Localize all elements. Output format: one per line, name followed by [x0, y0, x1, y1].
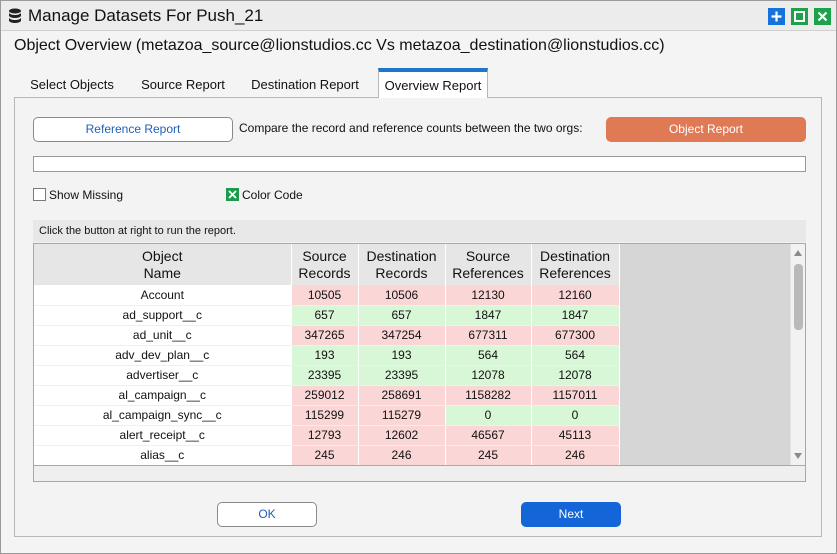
destination-references-cell: 1847 — [531, 305, 620, 326]
close-button[interactable] — [814, 8, 831, 25]
checkmark-icon — [228, 190, 237, 199]
table-row[interactable]: al_campaign_sync__c 115299 115279 0 0 — [34, 405, 620, 426]
destination-records-cell: 657 — [358, 305, 446, 326]
destination-records-cell: 246 — [358, 445, 446, 465]
window-title: Manage Datasets For Push_21 — [28, 6, 264, 25]
object-name-cell: al_campaign_sync__c — [34, 405, 292, 426]
destination-references-cell: 564 — [531, 345, 620, 366]
column-header-source-references[interactable]: Source References — [445, 244, 532, 285]
destination-records-cell: 347254 — [358, 325, 446, 346]
destination-records-cell: 12602 — [358, 425, 446, 446]
show-missing-checkbox[interactable] — [33, 188, 46, 201]
source-records-cell: 657 — [291, 305, 359, 326]
tab-overview-report[interactable]: Overview Report — [378, 68, 488, 98]
source-references-cell: 677311 — [445, 325, 532, 346]
source-references-cell: 46567 — [445, 425, 532, 446]
object-name-cell: advertiser__c — [34, 365, 292, 386]
destination-records-cell: 115279 — [358, 405, 446, 426]
color-code-checkbox[interactable] — [226, 188, 239, 201]
source-records-cell: 245 — [291, 445, 359, 465]
destination-references-cell: 12160 — [531, 285, 620, 306]
tab-select-objects[interactable]: Select Objects — [14, 68, 130, 98]
color-code-label: Color Code — [242, 188, 303, 202]
column-header-object-name[interactable]: Object Name — [34, 244, 292, 285]
destination-records-cell: 10506 — [358, 285, 446, 306]
object-name-cell: Account — [34, 285, 292, 306]
object-name-cell: alias__c — [34, 445, 292, 465]
database-icon — [8, 8, 22, 24]
source-records-cell: 10505 — [291, 285, 359, 306]
source-references-cell: 0 — [445, 405, 532, 426]
object-name-cell: adv_dev_plan__c — [34, 345, 292, 366]
source-records-cell: 347265 — [291, 325, 359, 346]
column-header-destination-references[interactable]: Destination References — [531, 244, 620, 285]
close-icon — [817, 11, 828, 22]
table-row[interactable]: al_campaign__c 259012 258691 1158282 1157011 — [34, 385, 620, 406]
add-window-button[interactable] — [768, 8, 785, 25]
scroll-thumb[interactable] — [794, 264, 803, 330]
source-references-cell: 1847 — [445, 305, 532, 326]
source-records-cell: 23395 — [291, 365, 359, 386]
destination-references-cell: 1157011 — [531, 385, 620, 406]
horizontal-scrollbar[interactable] — [33, 466, 806, 482]
column-header-destination-records[interactable]: Destination Records — [358, 244, 446, 285]
source-records-cell: 115299 — [291, 405, 359, 426]
status-message: Click the button at right to run the rep… — [33, 220, 806, 242]
table-row[interactable]: alias__c 245 246 245 246 — [34, 445, 620, 465]
report-description: Compare the record and reference counts … — [239, 121, 583, 135]
source-references-cell: 12078 — [445, 365, 532, 386]
source-records-cell: 12793 — [291, 425, 359, 446]
tab-destination-report[interactable]: Destination Report — [240, 68, 370, 98]
destination-references-cell: 12078 — [531, 365, 620, 386]
tab-source-report[interactable]: Source Report — [130, 68, 236, 98]
dialog-window: Manage Datasets For Push_21 Object Overv… — [0, 0, 837, 554]
table-row[interactable]: ad_support__c 657 657 1847 1847 — [34, 305, 620, 326]
source-records-cell: 259012 — [291, 385, 359, 406]
source-references-cell: 564 — [445, 345, 532, 366]
destination-records-cell: 258691 — [358, 385, 446, 406]
source-references-cell: 1158282 — [445, 385, 532, 406]
object-report-button[interactable]: Object Report — [606, 117, 806, 142]
destination-records-cell: 193 — [358, 345, 446, 366]
table-row[interactable]: adv_dev_plan__c 193 193 564 564 — [34, 345, 620, 366]
object-name-cell: ad_support__c — [34, 305, 292, 326]
table-header-row: Object Name Source Records Destination Reco… — [34, 244, 620, 285]
object-name-cell: al_campaign__c — [34, 385, 292, 406]
destination-references-cell: 246 — [531, 445, 620, 465]
table-row[interactable]: alert_receipt__c 12793 12602 46567 45113 — [34, 425, 620, 446]
next-button[interactable]: Next — [521, 502, 621, 527]
show-missing-label: Show Missing — [49, 188, 124, 202]
table-row[interactable]: ad_unit__c 347265 347254 677311 677300 — [34, 325, 620, 346]
column-header-source-records[interactable]: Source Records — [291, 244, 359, 285]
maximize-icon — [794, 11, 805, 22]
table-row[interactable]: advertiser__c 23395 23395 12078 12078 — [34, 365, 620, 386]
destination-records-cell: 23395 — [358, 365, 446, 386]
table-row[interactable]: Account 10505 10506 12130 12160 — [34, 285, 620, 306]
progress-bar — [33, 156, 806, 172]
overview-table-container: Object Name Source Records Destination Reco… — [33, 243, 806, 466]
source-references-cell: 245 — [445, 445, 532, 465]
maximize-button[interactable] — [791, 8, 808, 25]
object-name-cell: alert_receipt__c — [34, 425, 292, 446]
scroll-up-icon[interactable] — [794, 250, 802, 256]
ok-button[interactable]: OK — [217, 502, 317, 527]
title-bar[interactable]: Manage Datasets For Push_21 — [1, 1, 836, 31]
overview-table: Object Name Source Records Destination Reco… — [34, 244, 620, 465]
source-records-cell: 193 — [291, 345, 359, 366]
destination-references-cell: 0 — [531, 405, 620, 426]
plus-icon — [771, 11, 782, 22]
vertical-scrollbar[interactable] — [790, 244, 805, 465]
tab-bar: Select Objects Source Report Destination… — [14, 68, 822, 98]
page-title: Object Overview (metazoa_source@lionstud… — [14, 37, 665, 54]
scroll-down-icon[interactable] — [794, 453, 802, 459]
object-name-cell: ad_unit__c — [34, 325, 292, 346]
destination-references-cell: 45113 — [531, 425, 620, 446]
source-references-cell: 12130 — [445, 285, 532, 306]
destination-references-cell: 677300 — [531, 325, 620, 346]
reference-report-button[interactable]: Reference Report — [33, 117, 233, 142]
